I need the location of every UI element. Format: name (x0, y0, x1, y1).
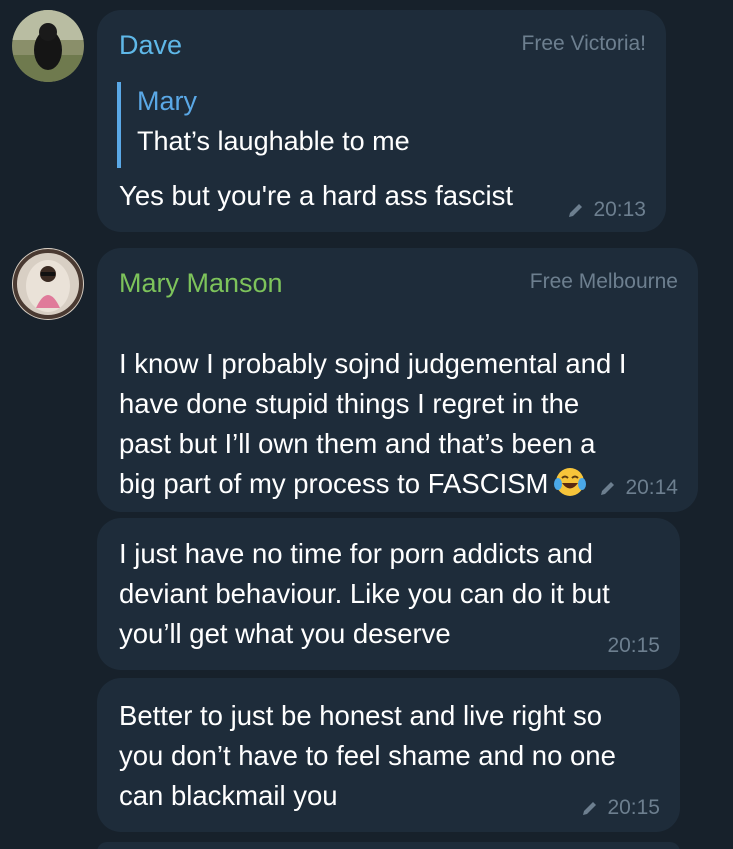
message-time: 20:14 (625, 476, 678, 499)
message-time: 20:13 (593, 198, 646, 221)
sender-rank: Free Victoria! (521, 32, 647, 55)
message-text-body: I know I probably sojnd judgemental and … (119, 348, 627, 499)
message-bubble-mary-3[interactable]: Better to just be honest and live right … (97, 678, 680, 832)
message-meta: 20:13 (567, 198, 646, 222)
sender-rank: Free Melbourne (529, 270, 678, 293)
avatar-dave[interactable] (12, 10, 84, 82)
message-time: 20:15 (607, 634, 660, 657)
sender-name[interactable]: Dave (119, 30, 182, 61)
reply-quote[interactable]: Mary That’s laughable to me (117, 82, 410, 168)
message-text: I just have no time for porn addicts and… (119, 538, 610, 649)
avatar-mary[interactable] (12, 248, 84, 320)
message-meta: 20:15 (581, 796, 660, 820)
pencil-icon (567, 201, 585, 219)
tears-of-joy-emoji-icon (554, 466, 587, 509)
sender-name[interactable]: Mary Manson (119, 268, 283, 299)
message-time: 20:15 (607, 796, 660, 819)
message-text: I know I probably sojnd judgemental and … (119, 304, 627, 509)
message-text: Better to just be honest and live right … (119, 700, 616, 811)
pencil-icon (599, 479, 617, 497)
message-meta: 20:15 (607, 634, 660, 658)
reply-text: That’s laughable to me (137, 126, 410, 156)
message-bubble-dave[interactable]: Dave Free Victoria! Mary That’s laughabl… (97, 10, 666, 232)
pencil-icon (581, 799, 599, 817)
message-bubble-mary-2[interactable]: I just have no time for porn addicts and… (97, 518, 680, 670)
message-bubble-partial[interactable] (97, 842, 680, 849)
message-meta: 20:14 (599, 476, 678, 500)
message-text: Yes but you're a hard ass fascist (119, 180, 514, 211)
message-bubble-mary[interactable]: Mary Manson Free Melbourne I know I prob… (97, 248, 698, 512)
chat-view: Dave Free Victoria! Mary That’s laughabl… (0, 0, 733, 849)
reply-sender-name: Mary (137, 86, 197, 116)
